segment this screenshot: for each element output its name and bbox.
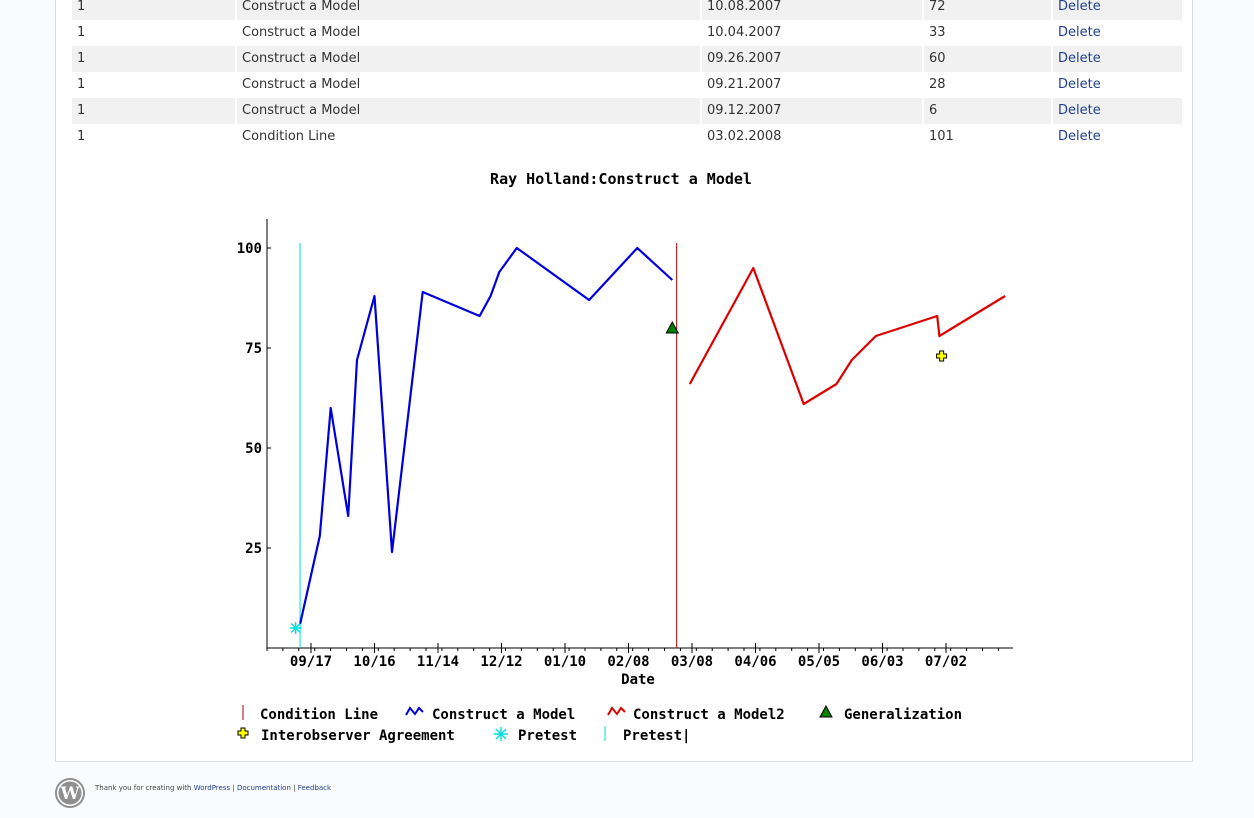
footer-separator: |: [230, 784, 237, 792]
wordpress-link[interactable]: WordPress: [194, 784, 230, 792]
chart-title: Ray Holland:Construct a Model: [490, 170, 752, 188]
x-tick-label: 04/06: [734, 654, 776, 670]
legend-label: Construct a Model2: [633, 707, 785, 723]
documentation-link[interactable]: Documentation: [237, 784, 291, 792]
footer-prefix: Thank you for creating with: [95, 784, 194, 792]
series-line-0: [299, 246, 674, 625]
x-tick-label: 11/14: [417, 654, 459, 670]
wordpress-logo-icon[interactable]: W: [55, 778, 85, 808]
footer: W Thank you for creating with WordPress …: [55, 777, 655, 811]
legend-plus-icon: [237, 727, 249, 739]
legend-label: Interobserver Agreement: [261, 728, 455, 744]
svg-text:W: W: [59, 784, 80, 804]
footer-separator: |: [290, 784, 298, 792]
feedback-link[interactable]: Feedback: [298, 784, 331, 792]
line-chart: Ray Holland:Construct a Model 25 50 75 100 09…: [237, 170, 1013, 744]
y-tick-label: 75: [245, 341, 262, 357]
legend-triangle-icon: [819, 704, 833, 718]
interobserver-marker: [936, 350, 948, 362]
x-tick-label: 12/12: [480, 654, 522, 670]
legend-star-icon: [494, 727, 508, 741]
series-line-1: [688, 266, 1006, 406]
legend-label: Pretest|: [623, 728, 690, 744]
x-tick-label: 02/08: [607, 654, 649, 670]
x-tick-label: 05/05: [798, 654, 840, 670]
legend-label: Generalization: [844, 707, 962, 723]
x-tick-label: 03/08: [671, 654, 713, 670]
legend-line-icon: [607, 706, 626, 716]
y-tick-label: 100: [237, 241, 262, 257]
legend-label: Condition Line: [260, 707, 378, 723]
x-tick-label: 06/03: [861, 654, 903, 670]
x-tick-label: 07/02: [925, 654, 967, 670]
legend-label: Pretest: [518, 728, 577, 744]
y-tick-label: 25: [245, 541, 262, 557]
x-tick-label: 01/10: [544, 654, 586, 670]
legend-label: Construct a Model: [432, 707, 575, 723]
x-tick-label: 10/16: [353, 654, 395, 670]
footer-text: Thank you for creating with WordPress | …: [95, 784, 331, 792]
x-tick-label: 09/17: [290, 654, 332, 670]
pretest-marker: [289, 622, 302, 634]
legend-line-icon: [405, 706, 424, 716]
x-axis-label: Date: [621, 672, 655, 688]
y-tick-label: 50: [245, 441, 262, 457]
